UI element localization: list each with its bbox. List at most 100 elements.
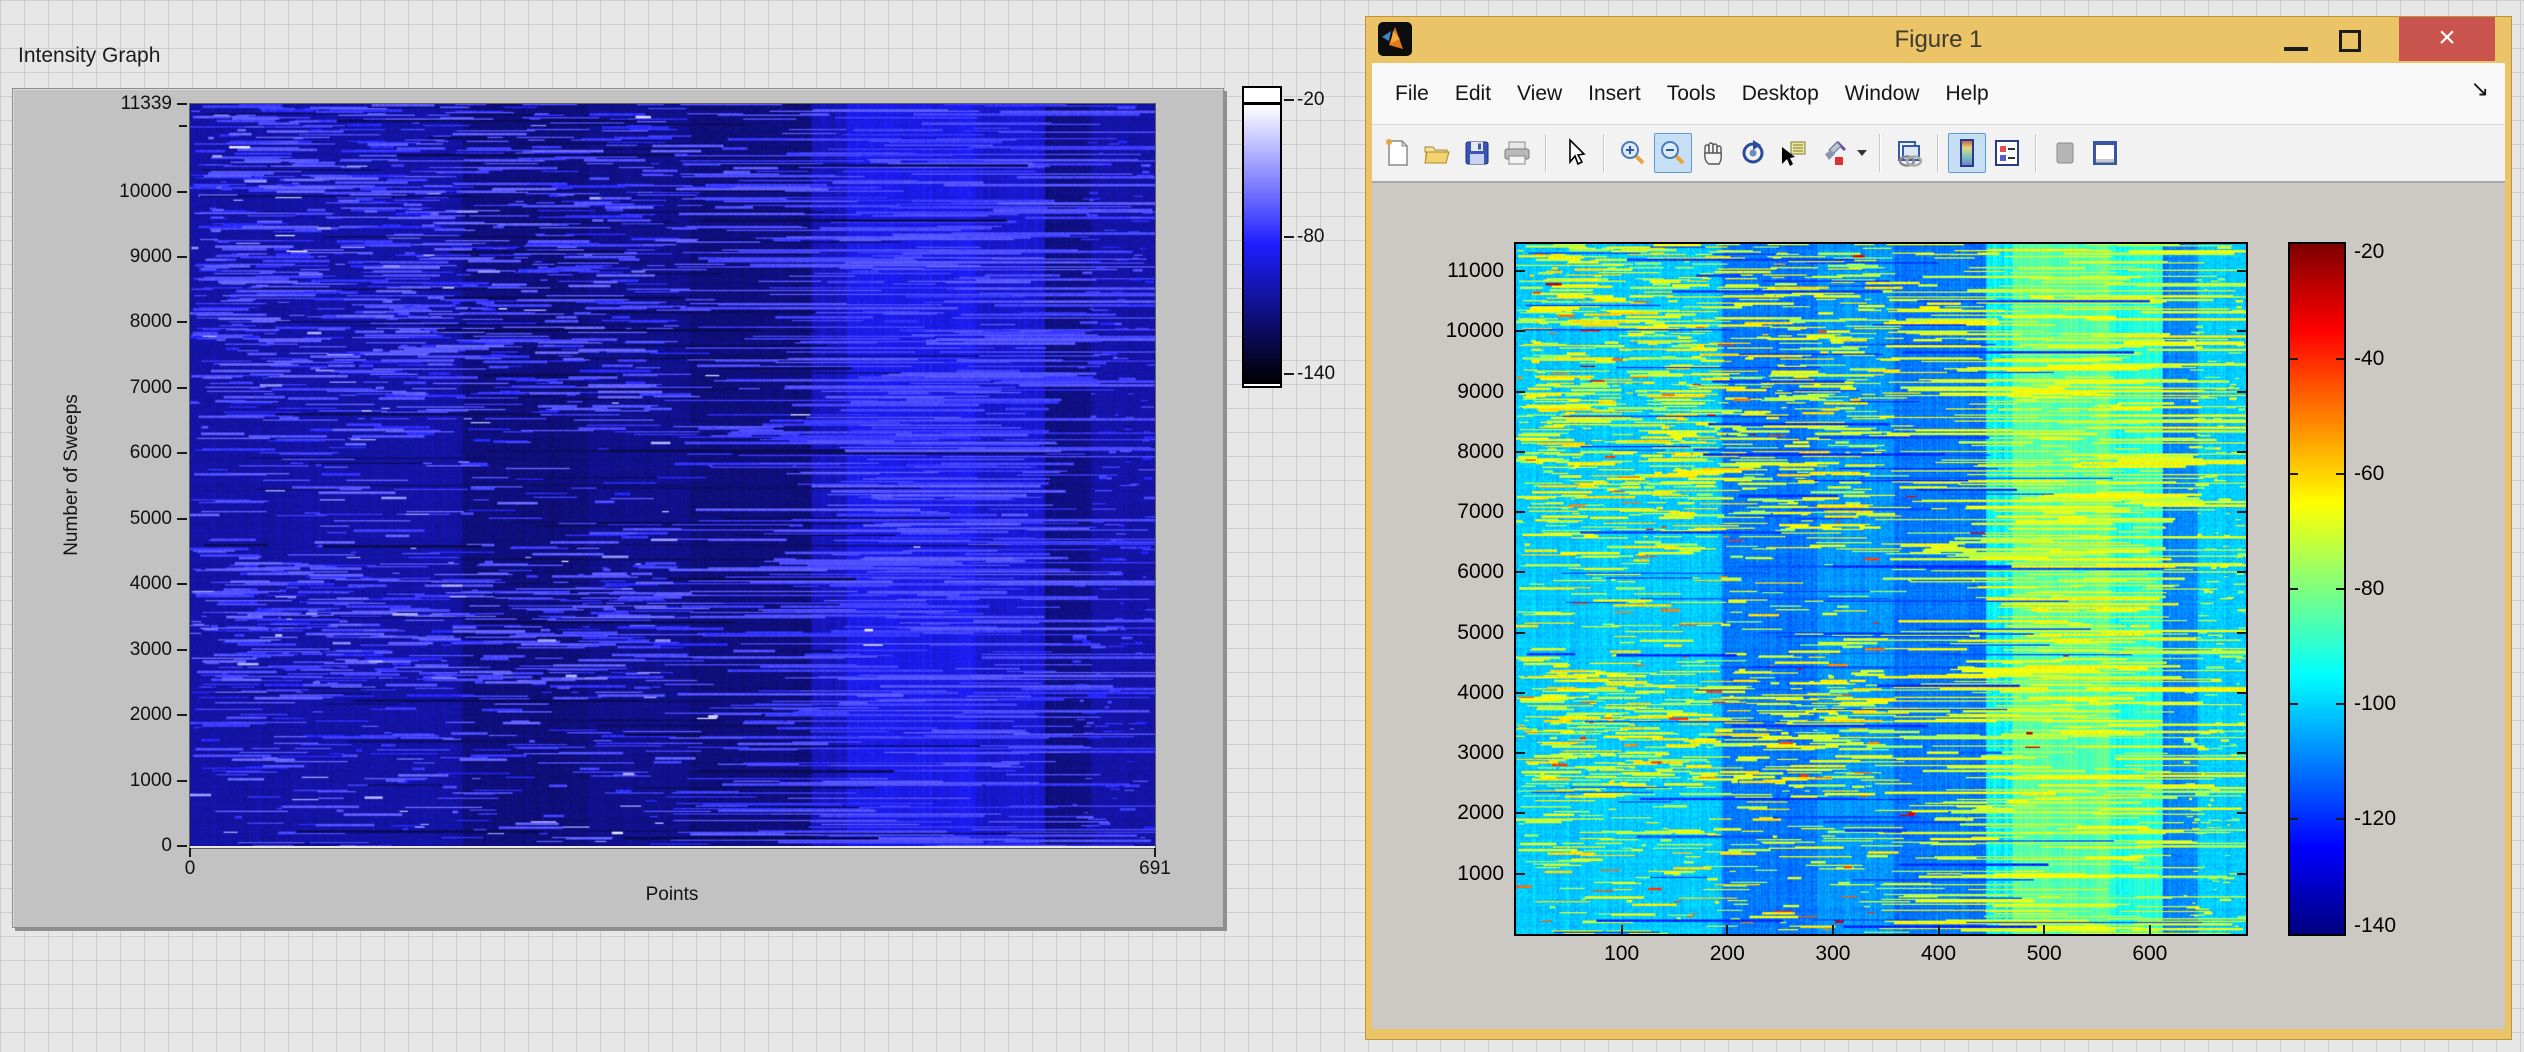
colorbar-icon — [1958, 138, 1976, 168]
link-plot-button[interactable] — [1890, 133, 1928, 173]
ml-colorbar-tick-mark — [2290, 818, 2298, 820]
lv-y-tick-mark — [177, 256, 187, 258]
open-folder-icon — [1422, 139, 1452, 167]
print-figure-button[interactable] — [1498, 133, 1536, 173]
ml-y-tick-mark-right — [2237, 692, 2246, 694]
ml-y-tick-mark — [1516, 632, 1525, 634]
new-document-icon — [1383, 138, 1411, 168]
show-plot-tools-button[interactable] — [2086, 133, 2124, 173]
brush-dropdown-button[interactable] — [1854, 133, 1870, 173]
insert-legend-button[interactable] — [1988, 133, 2026, 173]
zoom-in-button[interactable] — [1614, 133, 1652, 173]
maximize-button[interactable] — [2339, 30, 2361, 52]
rotate-arrow-icon — [1739, 139, 1767, 167]
lv-y-tick-label: 1000 — [80, 770, 172, 792]
legend-icon — [1993, 138, 2021, 168]
lv-y-tick-mark — [177, 649, 187, 651]
lv-y-tick-label: 6000 — [80, 442, 172, 464]
save-figure-button[interactable] — [1458, 133, 1496, 173]
brush-data-button[interactable] — [1814, 133, 1852, 173]
rotate-3d-button[interactable] — [1734, 133, 1772, 173]
ml-colorbar-tick-mark — [2290, 703, 2298, 705]
ml-y-tick-label: 3000 — [1404, 741, 1504, 765]
pointer-arrow-icon — [1562, 138, 1588, 168]
ml-y-tick-mark-right — [2237, 330, 2246, 332]
figure-toolbar — [1372, 125, 2505, 183]
ml-y-tick-label: 7000 — [1404, 500, 1504, 524]
lv-x-tick-mark — [189, 848, 191, 857]
lv-y-tick-mark — [177, 714, 187, 716]
lv-colorbar-tick-mark — [1284, 373, 1294, 375]
edit-plot-button[interactable] — [1556, 133, 1594, 173]
lv-colorbar-tick-mark — [1284, 236, 1294, 238]
menu-edit[interactable]: Edit — [1442, 82, 1504, 106]
ml-y-tick-label: 8000 — [1404, 440, 1504, 464]
insert-colorbar-button[interactable] — [1948, 133, 1986, 173]
lv-y-tick-label: 5000 — [80, 508, 172, 530]
ml-colorbar-tick-label: -140 — [2354, 914, 2396, 938]
toolbar-separator — [1603, 134, 1605, 172]
hand-pan-icon — [1699, 139, 1727, 167]
brush-icon — [1819, 139, 1847, 167]
ml-colorbar-tick-label: -120 — [2354, 807, 2396, 831]
menu-view[interactable]: View — [1504, 82, 1575, 106]
ml-y-tick-mark — [1516, 330, 1525, 332]
menu-file[interactable]: File — [1382, 82, 1442, 106]
link-plot-icon — [1894, 139, 1924, 167]
menu-help[interactable]: Help — [1932, 82, 2001, 106]
menu-insert[interactable]: Insert — [1575, 82, 1654, 106]
ml-y-tick-mark — [1516, 391, 1525, 393]
lv-y-tick-label: 11339 — [80, 93, 172, 115]
lv-y-tick-label: 3000 — [80, 639, 172, 661]
close-button[interactable]: × — [2399, 17, 2495, 61]
ml-y-tick-label: 10000 — [1404, 319, 1504, 343]
ml-y-tick-mark — [1516, 270, 1525, 272]
ml-x-tick-label: 600 — [2115, 942, 2185, 966]
ml-y-tick-mark-right — [2237, 752, 2246, 754]
ml-x-tick-label: 300 — [1798, 942, 1868, 966]
ml-y-tick-mark-right — [2237, 632, 2246, 634]
matlab-axes[interactable] — [1514, 242, 2248, 936]
lv-colorbar-overrange-cap — [1244, 88, 1280, 102]
ml-y-tick-label: 5000 — [1404, 621, 1504, 645]
ml-colorbar-tick-mark — [2290, 358, 2298, 360]
new-figure-button[interactable] — [1378, 133, 1416, 173]
toolbar-separator — [1879, 134, 1881, 172]
printer-icon — [1502, 139, 1532, 167]
ml-y-tick-mark-right — [2237, 571, 2246, 573]
menu-desktop[interactable]: Desktop — [1729, 82, 1832, 106]
show-plot-tools-icon — [2090, 138, 2120, 168]
toolbar-separator — [1545, 134, 1547, 172]
minimize-button[interactable] — [2284, 47, 2308, 51]
lv-y-tick-mark — [177, 518, 187, 520]
data-cursor-button[interactable] — [1774, 133, 1812, 173]
hide-plot-tools-button[interactable] — [2046, 133, 2084, 173]
ml-colorbar-tick-mark — [2290, 588, 2298, 590]
ml-y-tick-mark-right — [2237, 511, 2246, 513]
ml-y-tick-label: 4000 — [1404, 681, 1504, 705]
lv-y-axis-title: Number of Sweeps — [61, 394, 83, 556]
ml-x-tick-label: 100 — [1587, 942, 1657, 966]
matlab-heatmap[interactable] — [1516, 244, 2246, 934]
lv-y-tick-mark — [177, 191, 187, 193]
ml-colorbar-tick-mark-right — [2336, 358, 2344, 360]
menu-window[interactable]: Window — [1832, 82, 1933, 106]
lv-y-tick-mark — [177, 387, 187, 389]
menu-tools[interactable]: Tools — [1654, 82, 1729, 106]
lv-y-tick-label: 7000 — [80, 377, 172, 399]
ml-y-tick-mark-right — [2237, 391, 2246, 393]
hide-plot-tools-icon — [2053, 139, 2077, 167]
lv-colorbar-tick-label: -80 — [1297, 226, 1324, 248]
ml-x-tick-mark — [1938, 925, 1940, 934]
lv-y-tick-mark — [177, 583, 187, 585]
zoom-in-icon — [1619, 139, 1647, 167]
lv-intensity-heatmap[interactable] — [190, 104, 1155, 848]
ml-x-tick-mark — [1621, 925, 1623, 934]
open-file-button[interactable] — [1418, 133, 1456, 173]
data-cursor-icon — [1778, 139, 1808, 167]
pan-button[interactable] — [1694, 133, 1732, 173]
ml-x-tick-label: 500 — [2009, 942, 2079, 966]
dock-figure-icon[interactable]: ↘ — [2471, 79, 2489, 101]
zoom-out-button[interactable] — [1654, 133, 1692, 173]
ml-colorbar-tick-label: -40 — [2354, 347, 2384, 371]
